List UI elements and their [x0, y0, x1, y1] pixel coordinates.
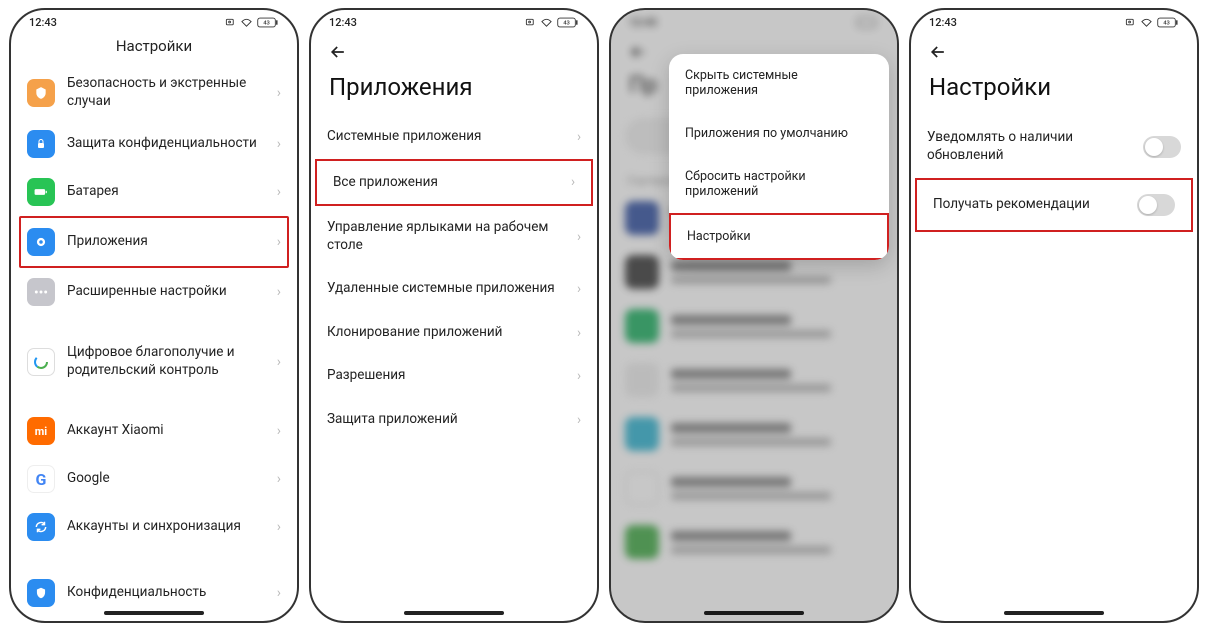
row-label: Google: [67, 470, 271, 488]
chevron-right-icon: ›: [271, 234, 281, 250]
chevron-right-icon: ›: [271, 284, 281, 300]
status-bar: 12:43 43: [311, 10, 597, 31]
row-label: Аккаунты и синхронизация: [67, 518, 271, 536]
back-button[interactable]: [323, 37, 353, 67]
chevron-right-icon: ›: [577, 368, 581, 384]
row-all-apps[interactable]: Все приложения ›: [315, 159, 593, 207]
row-label: Безопасность и экстренные случаи: [67, 75, 271, 110]
page-title: Настройки: [11, 31, 297, 65]
chevron-right-icon: ›: [271, 519, 281, 535]
chevron-right-icon: ›: [577, 281, 581, 297]
row-label: Аккаунт Xiaomi: [67, 422, 271, 440]
popup-hide-system[interactable]: Скрыть системные приложения: [669, 54, 889, 112]
svg-text:43: 43: [1163, 21, 1170, 27]
popup-settings[interactable]: Настройки: [669, 213, 889, 260]
chevron-right-icon: ›: [271, 585, 281, 601]
chevron-right-icon: ›: [577, 229, 581, 245]
google-icon: G: [27, 465, 55, 493]
status-icons: 43: [225, 17, 279, 28]
svg-text:43: 43: [263, 21, 270, 27]
row-deleted-system[interactable]: Удаленные системные приложения ›: [311, 267, 597, 311]
row-permissions[interactable]: Разрешения ›: [311, 354, 597, 398]
status-bar: 12:43 43: [911, 10, 1197, 31]
row-label: Расширенные настройки: [67, 283, 271, 301]
status-bar: 12:43 43: [11, 10, 297, 31]
back-button[interactable]: [923, 37, 953, 67]
phone-apps-menu: 12:43 43 Приложения Системные приложения…: [309, 8, 599, 623]
chevron-right-icon: ›: [577, 129, 581, 145]
privacy-icon: [27, 579, 55, 607]
apps-icon: [27, 228, 55, 256]
chevron-right-icon: ›: [271, 85, 281, 101]
row-xiaomi[interactable]: mi Аккаунт Xiaomi ›: [21, 407, 287, 455]
chevron-right-icon: ›: [271, 471, 281, 487]
phone-app-settings: 12:43 43 Настройки Уведомлять о наличии …: [909, 8, 1199, 623]
toggle-switch[interactable]: [1143, 136, 1181, 158]
popup-default-apps[interactable]: Приложения по умолчанию: [669, 112, 889, 155]
row-apps[interactable]: Приложения ›: [19, 216, 289, 268]
row-clone[interactable]: Клонирование приложений ›: [311, 311, 597, 355]
row-label: Защита конфиденциальности: [67, 135, 271, 153]
row-wellbeing[interactable]: Цифровое благополучие и родительский кон…: [21, 334, 287, 389]
row-notify-updates[interactable]: Уведомлять о наличии обновлений: [911, 115, 1197, 178]
dots-icon: [27, 278, 55, 306]
home-indicator[interactable]: [104, 611, 204, 615]
status-time: 12:43: [929, 16, 957, 29]
home-indicator[interactable]: [404, 611, 504, 615]
row-sync[interactable]: Аккаунты и синхронизация ›: [21, 503, 287, 551]
status-time: 12:43: [29, 16, 57, 29]
svg-text:43: 43: [563, 21, 570, 27]
row-label: Приложения: [67, 233, 271, 251]
status-icons: 43: [1125, 17, 1179, 28]
row-label: Цифровое благополучие и родительский кон…: [67, 344, 271, 379]
row-recommendations[interactable]: Получать рекомендации: [915, 178, 1193, 232]
chevron-right-icon: ›: [571, 174, 575, 190]
row-protect[interactable]: Защита приложений ›: [311, 398, 597, 442]
chevron-right-icon: ›: [271, 423, 281, 439]
popup-menu: Скрыть системные приложения Приложения п…: [669, 54, 889, 260]
page-title: Приложения: [311, 71, 597, 115]
chevron-right-icon: ›: [271, 184, 281, 200]
row-google[interactable]: G Google ›: [21, 455, 287, 503]
row-security[interactable]: Безопасность и экстренные случаи ›: [21, 65, 287, 120]
sync-icon: [27, 513, 55, 541]
row-system-apps[interactable]: Системные приложения ›: [311, 115, 597, 159]
battery-icon: [27, 178, 55, 206]
home-indicator[interactable]: [1004, 611, 1104, 615]
chevron-right-icon: ›: [271, 136, 281, 152]
lock-icon: [27, 130, 55, 158]
row-battery[interactable]: Батарея ›: [21, 168, 287, 216]
popup-reset[interactable]: Сбросить настройки приложений: [669, 155, 889, 213]
chevron-right-icon: ›: [577, 412, 581, 428]
row-advanced[interactable]: Расширенные настройки ›: [21, 268, 287, 316]
row-label: Конфиденциальность: [67, 584, 271, 602]
row-label: Батарея: [67, 183, 271, 201]
wellbeing-icon: [27, 348, 55, 376]
xiaomi-icon: mi: [27, 417, 55, 445]
shield-icon: [27, 79, 55, 107]
chevron-right-icon: ›: [271, 354, 281, 370]
row-shortcuts[interactable]: Управление ярлыками на рабочем столе ›: [311, 206, 597, 267]
row-privacy[interactable]: Защита конфиденциальности ›: [21, 120, 287, 168]
phone-popup-menu: 12:43 Пр Сортировка по имени приложения …: [609, 8, 899, 623]
status-icons: 43: [525, 17, 579, 28]
page-title: Настройки: [911, 71, 1197, 115]
status-time: 12:43: [329, 16, 357, 29]
row-location[interactable]: Местоположение ›: [21, 617, 287, 623]
toggle-switch[interactable]: [1137, 194, 1175, 216]
chevron-right-icon: ›: [577, 325, 581, 341]
row-confidentiality[interactable]: Конфиденциальность ›: [21, 569, 287, 617]
phone-settings-main: 12:43 43 Настройки Безопасность и экстре…: [9, 8, 299, 623]
